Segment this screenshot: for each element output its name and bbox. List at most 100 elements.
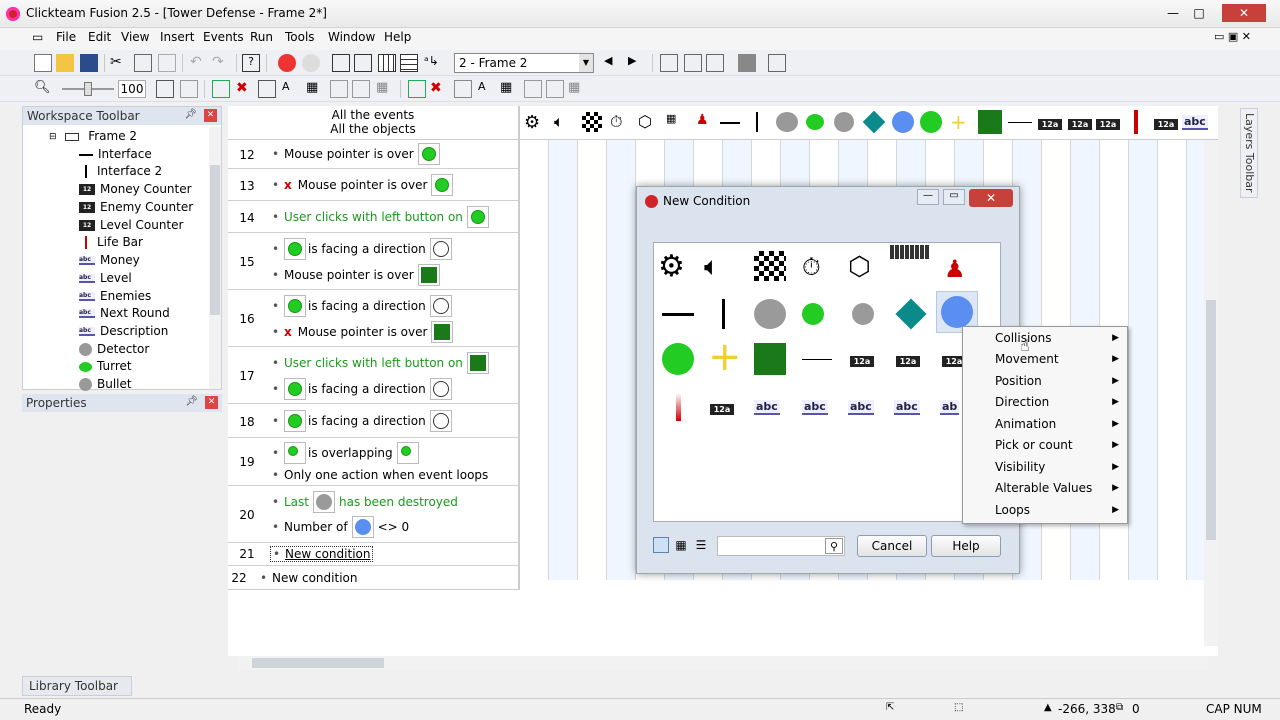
menu-events[interactable]: Events [203,30,244,44]
comment-icon[interactable] [180,80,198,98]
menu-view[interactable]: View [121,30,149,44]
system-gear-icon[interactable]: ⚙ [524,112,540,133]
interface2-line-icon[interactable] [722,299,725,329]
tree-item[interactable]: 12 Money Counter [79,182,192,199]
filter-events-icon[interactable] [352,80,370,98]
event-row-17[interactable]: 17 • User clicks with left button on • is … [228,347,518,404]
tree-item[interactable]: abc Enemies [79,289,151,306]
text-object-icon[interactable]: ab [940,399,960,415]
tree-item[interactable]: 12 Enemy Counter [79,200,193,217]
stop-icon[interactable] [738,54,756,72]
plus-icon[interactable]: + [708,335,742,379]
life-bar-icon[interactable] [676,393,681,421]
joystick-icon[interactable]: ♟ [696,112,709,128]
timer-icon[interactable]: ⏱︎ [802,247,842,287]
sound-icon[interactable]: 🔈︎ [554,112,564,132]
mark-icon[interactable]: ▦ [500,80,518,98]
paste-icon[interactable] [158,54,176,72]
keyboard-icon[interactable]: ▦ [666,112,676,125]
thin-line-icon[interactable] [1008,122,1032,123]
menu-item-collisions[interactable]: Collisions ▶ [963,328,1127,349]
tree-item[interactable]: Detector [79,342,149,359]
list-view-icon[interactable]: ☰ [693,537,709,553]
text-object-icon[interactable]: abc [1182,114,1208,130]
pin-icon[interactable]: 📌︎ [184,109,197,120]
blue-circle-icon[interactable] [892,111,914,133]
chevron-down-icon[interactable]: ▼ [579,54,593,72]
event-row-19[interactable]: 19 • is overlapping • Only one action when… [228,438,518,486]
new-condition-link[interactable]: New condition [272,571,357,585]
event-row-21[interactable]: 21 • New condition [228,543,518,566]
event-editor-icon[interactable] [378,54,396,72]
storyboard-flag-icon[interactable] [754,251,786,281]
copy-icon[interactable] [134,54,152,72]
large-icons-view-icon[interactable] [653,537,669,553]
diamond-icon[interactable] [895,298,927,330]
vertical-scrollbar[interactable] [1204,140,1218,646]
close-panel-icon[interactable]: ✕ [204,109,217,122]
turret-icon[interactable] [802,303,824,325]
text-object-icon[interactable]: abc [802,399,828,415]
text-tool-icon[interactable]: A [282,80,300,98]
menu-help[interactable]: Help [384,30,411,44]
sound-icon[interactable]: 🔈︎ [704,247,744,287]
tree-item[interactable]: abc Description [79,324,168,341]
green-circle-icon[interactable] [920,111,942,133]
detector-icon[interactable] [776,112,798,132]
text-object-icon[interactable]: abc [894,399,920,415]
delete-event-icon[interactable]: ✖ [236,80,254,98]
tree-item[interactable]: abc Next Round [79,306,170,323]
tree-item[interactable]: Bullet [79,377,132,394]
fit-frame-icon[interactable] [684,54,702,72]
workspace-scrollbar[interactable] [209,127,221,389]
delete-condition-icon[interactable]: ✖ [430,80,448,98]
table-icon[interactable]: ▦ [568,80,586,98]
text-object-icon[interactable]: abc [754,399,780,415]
tree-item[interactable]: Interface [79,147,152,164]
pin-icon[interactable]: 📌︎ [185,396,198,407]
menu-window[interactable]: Window [328,30,375,44]
layers-toolbar-tab[interactable]: Layers Toolbar [1240,108,1258,198]
tree-item[interactable]: Life Bar [79,235,143,252]
tree-item[interactable]: Interface 2 [79,164,162,181]
new-condition-link[interactable]: New condition [285,547,370,561]
text-object-icon[interactable]: abc [848,399,874,415]
horizontal-scrollbar[interactable] [238,656,1208,670]
zoom-frame-icon[interactable] [660,54,678,72]
keyboard-icon[interactable] [890,245,930,259]
tree-item[interactable]: abc Level [79,271,132,288]
pattern-icon[interactable]: ▦ [306,80,324,98]
zoom-slider-handle[interactable] [84,82,92,96]
cancel-button[interactable]: Cancel [857,535,927,557]
menu-item-visibility[interactable]: Visibility ▶ [963,457,1127,478]
bookmark-icon[interactable] [524,80,542,98]
object-picker[interactable]: ⚙ 🔈︎ ⏱︎ ⬡ ♟ + 12a 12a 12a 12a abc abc ab… [653,242,1001,522]
counter-icon[interactable]: 12a [1068,116,1092,130]
storyboard-icon[interactable] [332,54,350,72]
menu-item-animation[interactable]: Animation ▶ [963,414,1127,435]
interface2-line-icon[interactable] [756,112,758,132]
save-icon[interactable] [80,54,98,72]
undo-icon[interactable]: ↶ [190,54,208,72]
insert-event-icon[interactable] [212,80,230,98]
next-bookmark-icon[interactable] [546,80,564,98]
thin-line-icon[interactable] [802,359,832,360]
copy-condition-icon[interactable] [454,80,472,98]
green-square-icon[interactable] [978,110,1002,134]
search-events-icon[interactable] [330,80,348,98]
run-frame-icon[interactable] [302,54,320,72]
properties-toggle-icon[interactable] [768,54,786,72]
menu-item-alterable-values[interactable]: Alterable Values ▶ [963,478,1127,499]
green-square-icon[interactable] [754,343,786,375]
interface-line-icon[interactable] [662,313,694,316]
scroll-thumb[interactable] [1206,300,1216,540]
event-list-view-icon[interactable] [156,80,174,98]
zoom-value-field[interactable]: 100 [118,80,146,98]
menu-insert[interactable]: Insert [160,30,194,44]
counter-icon[interactable]: 12a [896,353,920,367]
detector-icon[interactable] [754,299,786,329]
close-panel-icon[interactable]: ✕ [205,396,218,409]
menu-system-icon[interactable]: ▭ [32,30,43,44]
event-row-16[interactable]: 16 • is facing a direction • x Mouse pointe… [228,290,518,347]
turret-icon[interactable] [806,114,824,130]
